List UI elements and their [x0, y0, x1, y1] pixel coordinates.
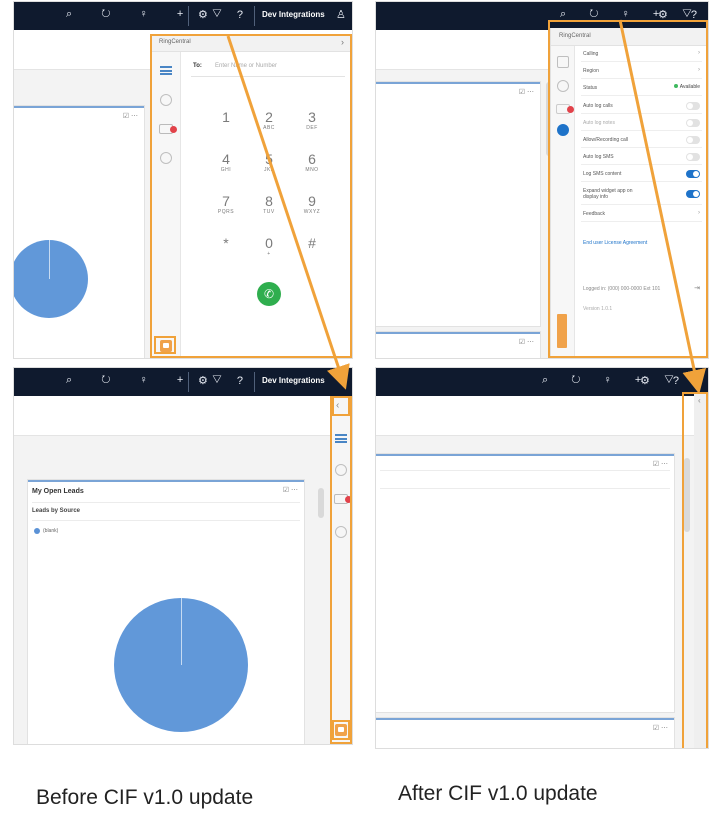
card-controls[interactable]: ☑ ⋯	[123, 112, 138, 120]
caption-after: After CIF v1.0 update	[398, 782, 598, 805]
dashboard-card: ☑ ⋯	[376, 82, 540, 326]
card-controls[interactable]: ☑ ⋯	[653, 460, 668, 468]
pie-chart	[14, 240, 88, 318]
card-title: My Open Leads	[32, 488, 84, 495]
pie-chart	[114, 598, 248, 732]
user-icon[interactable]: ♙	[336, 8, 352, 21]
chevron-highlight	[332, 396, 350, 416]
card-controls-2[interactable]: ☑ ⋯	[519, 338, 534, 346]
command-bar	[376, 396, 708, 436]
card-controls-2[interactable]: ☑ ⋯	[653, 724, 668, 732]
command-bar	[14, 396, 352, 436]
logo-highlight	[332, 720, 350, 740]
panel-highlight	[548, 20, 708, 358]
rail-highlight	[682, 392, 708, 748]
top-bar: ⌕ ↻ ♀ + ▽ ⚙ ? Dev Integrations	[14, 368, 352, 396]
screenshot-before-expanded: ⌕ ↻ ♀ + ▽ ⚙ ? Dev Integrations ♙ ☑ ⋯ Rin…	[14, 2, 352, 358]
panel-highlight	[150, 34, 352, 358]
my-open-leads-card: My Open Leads ☑ ⋯ Leads by Source (blank…	[28, 480, 304, 744]
topbar-icons-right[interactable]: ⚙ ?	[198, 8, 256, 21]
rail-highlight	[330, 396, 352, 744]
dashboard-card-2: ☑ ⋯	[376, 718, 674, 748]
screenshot-after-collapsed: ⌕ ↻ ♀ + ▽ ⚙ ? ☑ ⋯ ☑ ⋯ ‹	[376, 368, 708, 748]
org-label: Dev Integrations	[262, 10, 325, 19]
top-bar: ⌕ ↻ ♀ + ▽ ⚙ ?	[376, 368, 708, 396]
card-controls[interactable]: ☑ ⋯	[519, 88, 534, 96]
topbar-icons-right[interactable]: ⚙ ?	[198, 374, 256, 387]
org-label: Dev Integrations	[262, 376, 325, 385]
legend-label: (blank)	[43, 528, 59, 534]
dashboard-card: ☑ ⋯	[376, 454, 674, 712]
topbar-icons-right[interactable]: ⚙ ?	[640, 374, 689, 387]
screenshot-before-collapsed: ⌕ ↻ ♀ + ▽ ⚙ ? Dev Integrations My Open L…	[14, 368, 352, 744]
card-controls[interactable]: ☑ ⋯	[283, 486, 298, 494]
card-subtitle: Leads by Source	[32, 508, 81, 514]
scrollbar[interactable]	[318, 488, 324, 518]
dashboard-card: ☑ ⋯	[14, 106, 144, 358]
caption-before: Before CIF v1.0 update	[36, 786, 254, 809]
legend-dot-icon	[34, 528, 40, 534]
logo-highlight	[154, 336, 176, 354]
dashboard-card-2: ☑ ⋯	[376, 332, 540, 358]
top-bar: ⌕ ↻ ♀ + ▽ ⚙ ? Dev Integrations ♙	[14, 2, 352, 30]
screenshot-after-expanded: ⌕ ↻ ♀ + ▽ ⚙ ? ☑ ⋯ ☑ ⋯ RingCentral Callin…	[376, 2, 708, 358]
